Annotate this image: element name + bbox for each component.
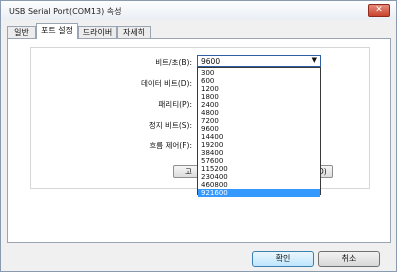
close-button[interactable]: ✕ [368, 4, 390, 17]
baud-option[interactable]: 115200 [198, 165, 320, 173]
baud-option[interactable]: 38400 [198, 149, 320, 157]
flow-control-label: 흐름 제어(F): [149, 141, 192, 150]
baud-option[interactable]: 2400 [198, 101, 320, 109]
window-title: USB Serial Port(COM13) 속성 [9, 7, 122, 16]
advanced-button-label: 고 [185, 167, 192, 176]
baud-option[interactable]: 7200 [198, 117, 320, 125]
bits-per-second-value: 9600 [201, 57, 221, 66]
baud-option[interactable]: 57600 [198, 157, 320, 165]
properties-dialog: USB Serial Port(COM13) 속성 ✕ 일반 포트 설정 드라이… [0, 0, 397, 272]
baud-option[interactable]: 460800 [198, 181, 320, 189]
data-bits-label: 데이터 비트(D): [140, 79, 192, 88]
ok-button[interactable]: 확인 [252, 251, 314, 267]
tab-port-settings[interactable]: 포트 설정 [36, 23, 78, 39]
baud-option[interactable]: 4800 [198, 109, 320, 117]
bits-per-second-select[interactable]: 9600 ▼ [197, 55, 321, 67]
stop-bits-label: 정지 비트(S): [148, 121, 192, 130]
title-bar: USB Serial Port(COM13) 속성 ✕ [1, 1, 396, 20]
parity-label: 패리티(P): [158, 100, 192, 109]
baud-option[interactable]: 1200 [198, 85, 320, 93]
baud-option[interactable]: 300 [198, 69, 320, 77]
baud-option[interactable]: 1800 [198, 93, 320, 101]
baud-option[interactable]: 19200 [198, 141, 320, 149]
chevron-down-icon: ▼ [311, 56, 317, 64]
baud-option[interactable]: 600 [198, 77, 320, 85]
baud-option[interactable]: 14400 [198, 133, 320, 141]
baud-option[interactable]: 9600 [198, 125, 320, 133]
cancel-button[interactable]: 취소 [318, 251, 380, 267]
baud-option[interactable]: 921600 [198, 189, 320, 197]
baud-rate-dropdown-list[interactable]: 300 600 1200 1800 2400 4800 7200 9600 14400 19200… [197, 67, 321, 197]
close-icon: ✕ [375, 5, 383, 15]
bits-per-second-label: 비트/초(B): [155, 58, 192, 67]
baud-option[interactable]: 230400 [198, 173, 320, 181]
